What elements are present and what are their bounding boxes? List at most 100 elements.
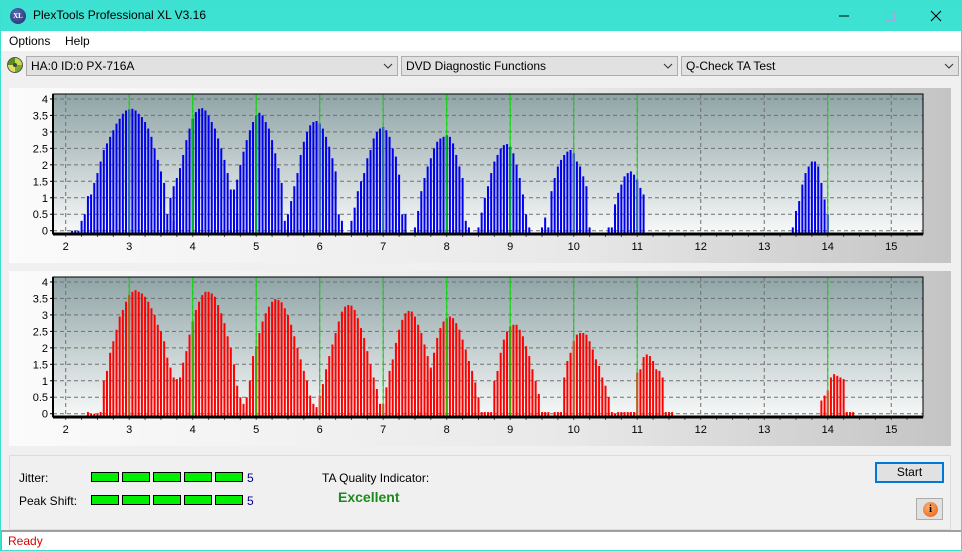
bar [121,113,124,234]
bar [521,194,524,234]
test-select[interactable]: Q-Check TA Test [681,56,959,76]
bar [439,138,442,234]
bar [391,148,394,234]
bar [226,173,229,234]
bar [274,299,277,417]
bar [137,113,140,234]
bar [115,329,118,417]
minimize-button[interactable] [821,1,867,31]
bar [633,174,636,234]
x-tick-label: 15 [885,241,897,253]
bar [201,295,204,417]
bar [201,108,204,234]
bar [175,379,178,417]
bar [258,112,261,234]
bar [140,117,143,234]
bar [820,182,823,234]
x-tick-label: 3 [126,424,132,436]
bar [213,128,216,234]
bar [353,309,356,417]
x-tick-label: 9 [507,241,513,253]
bar [398,329,401,417]
bar [172,186,175,234]
bottom-chart-panel: 0 0.5 1 1.5 2 2.5 3 3.5 4 2 3 4 5 6 7 8 9 10 11 12 13 14 15 [9,271,951,446]
menu-options[interactable]: Options [9,34,50,48]
close-button[interactable] [913,1,959,31]
bottom-chart: 0 0.5 1 1.5 2 2.5 3 3.5 4 2 3 4 5 6 7 8 9 10 11 12 13 14 15 [33,276,924,436]
x-tick-label: 4 [190,241,196,253]
ta-quality-label: TA Quality Indicator: [322,471,430,485]
y-tick-label: 2.5 [33,326,48,338]
bar [461,178,464,234]
jitter-segment [184,472,212,482]
bar [394,342,397,417]
bar [629,171,632,234]
bar [366,351,369,417]
bar [496,370,499,417]
bar [147,128,150,234]
bar [315,121,318,234]
bar [140,293,143,417]
bar [112,130,115,234]
bar [420,333,423,417]
x-tick-label: 11 [632,241,643,253]
menu-help[interactable]: Help [65,34,90,48]
drive-select[interactable]: HA:0 ID:0 PX-716A [26,56,398,76]
start-button[interactable]: Start [875,462,944,483]
maximize-button[interactable] [867,1,913,31]
bar [525,346,528,417]
bar [261,321,264,417]
bar [236,385,239,417]
bar [823,199,826,234]
bar [245,140,248,234]
bar [296,173,299,234]
chevron-down-icon [663,63,673,69]
bar [601,377,604,417]
bar [118,316,121,417]
top-chart-panel: 0 0.5 1 1.5 2 2.5 3 3.5 4 2 3 4 5 6 7 8 9 10 11 12 13 14 15 [9,88,951,263]
bar [563,377,566,417]
bar [159,331,162,417]
bar [306,380,309,417]
bar [258,333,261,417]
bar [528,356,531,417]
top-chart: 0 0.5 1 1.5 2 2.5 3 3.5 4 2 3 4 5 6 7 8 9 10 11 12 13 14 15 [33,93,924,253]
bar [604,385,607,417]
function-select[interactable]: DVD Diagnostic Functions [401,56,678,76]
bar [569,150,572,234]
bar [566,151,569,234]
bar [236,179,239,234]
bar [493,380,496,417]
info-button[interactable]: i [916,498,943,520]
bar [312,122,315,234]
bar [655,369,658,417]
bar [125,301,128,417]
x-tick-label: 13 [758,424,770,436]
bar [388,136,391,234]
bar [340,311,343,417]
bar [452,318,455,417]
window-title: PlexTools Professional XL V3.16 [33,8,206,22]
bar [410,311,413,417]
bar [198,301,201,417]
bar [499,148,502,234]
bar [172,377,175,417]
bar [582,333,585,417]
bar [426,380,429,417]
bar [499,352,502,417]
peak-shift-label: Peak Shift: [19,494,78,508]
x-tick-label: 8 [444,241,450,253]
bar [226,336,229,417]
x-tick-label: 13 [758,241,770,253]
app-window: XL PlexTools Professional XL V3.16 Optio… [0,0,962,551]
y-tick-label: 2 [42,343,48,355]
bar [804,173,807,234]
bar [207,115,210,234]
bar [661,377,664,417]
jitter-segment [122,472,150,482]
x-tick-label: 7 [380,241,386,253]
bar [337,214,340,234]
peak-shift-value: 5 [247,494,254,508]
bar [436,141,439,234]
bar [426,166,429,234]
